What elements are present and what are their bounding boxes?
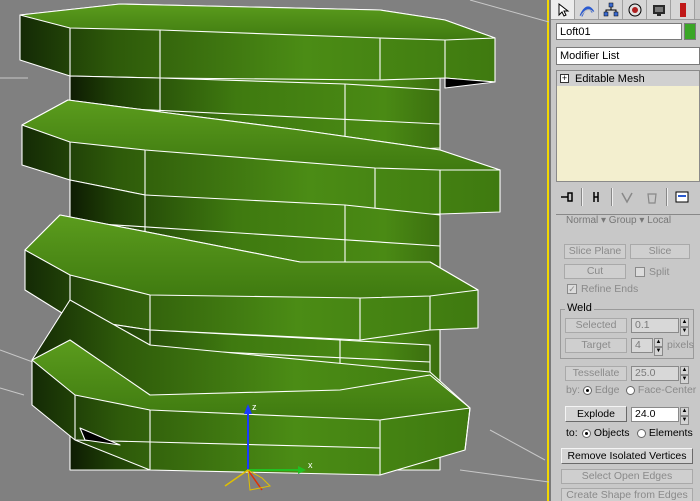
modifier-stack[interactable]: + Editable Mesh <box>556 70 700 182</box>
viewport-canvas[interactable]: z x <box>0 0 549 501</box>
radio-dot[interactable] <box>582 428 591 438</box>
stack-toolbar <box>556 186 700 208</box>
configure-sets-icon[interactable] <box>671 187 693 207</box>
perspective-viewport[interactable]: z x <box>0 0 549 501</box>
cut-button[interactable]: Cut <box>564 264 626 279</box>
weld-threshold-field[interactable]: 0.1 <box>631 318 679 333</box>
show-end-result-icon[interactable] <box>586 187 608 207</box>
target-pixels-field[interactable]: 4 <box>631 338 653 353</box>
spinner-arrows[interactable]: ▲ ▼ <box>654 338 663 356</box>
make-unique-icon[interactable] <box>616 187 638 207</box>
spinner-arrows[interactable]: ▲ ▼ <box>680 407 689 425</box>
target-pixels-spinner[interactable]: 4 ▲ ▼ <box>631 338 663 356</box>
select-arrow-icon[interactable] <box>551 0 575 19</box>
modifier-list-dropdown[interactable]: Modifier List <box>556 47 700 65</box>
pixels-label: pixels <box>667 339 694 351</box>
rollout-header: Normal ▾ Group ▾ Local <box>556 214 700 232</box>
to-label: to: <box>566 427 578 439</box>
select-open-edges-button[interactable]: Select Open Edges <box>561 469 693 484</box>
checkbox-box[interactable]: ✓ <box>567 284 577 294</box>
utilities-icon[interactable] <box>671 0 695 19</box>
stack-item-editable-mesh[interactable]: + Editable Mesh <box>557 71 699 86</box>
remove-isolated-vertices-button[interactable]: Remove Isolated Vertices <box>561 448 693 464</box>
slice-button[interactable]: Slice <box>630 244 690 259</box>
expand-icon[interactable]: + <box>560 74 569 83</box>
object-color-swatch[interactable] <box>684 23 696 40</box>
hierarchy-icon[interactable] <box>599 0 623 19</box>
spinner-arrows[interactable]: ▲ ▼ <box>680 318 689 336</box>
objects-radio[interactable]: Objects <box>582 427 630 439</box>
radio-dot[interactable] <box>626 385 635 395</box>
remove-modifier-icon[interactable] <box>641 187 663 207</box>
toolbar-divider <box>611 188 613 206</box>
command-panel: Loft01 Modifier List + Editable Mesh Nor… <box>551 0 700 501</box>
weld-group-title: Weld <box>565 302 594 314</box>
z-axis-label: z <box>252 402 257 412</box>
explode-angle-field[interactable]: 24.0 <box>631 407 679 422</box>
create-shape-from-edges-button[interactable]: Create Shape from Edges <box>561 488 693 501</box>
weld-threshold-spinner[interactable]: 0.1 ▲ ▼ <box>631 318 689 336</box>
weld-selected-button[interactable]: Selected <box>565 318 627 333</box>
spinner-arrows[interactable]: ▲ ▼ <box>680 366 689 384</box>
explode-angle-spinner[interactable]: 24.0 ▲ ▼ <box>631 407 689 425</box>
tessellate-tension-field[interactable]: 25.0 <box>631 366 679 381</box>
pin-stack-icon[interactable] <box>556 187 578 207</box>
display-icon[interactable] <box>647 0 671 19</box>
weld-target-button[interactable]: Target <box>565 338 627 353</box>
face-center-radio[interactable]: Face-Center <box>626 384 696 396</box>
object-name-row: Loft01 <box>556 23 696 41</box>
tessellate-tension-spinner[interactable]: 25.0 ▲ ▼ <box>631 366 689 384</box>
x-axis-label: x <box>308 460 313 470</box>
slice-plane-button[interactable]: Slice Plane <box>564 244 626 259</box>
face-center-label: Face-Center <box>637 384 697 396</box>
panel-tabs <box>551 0 700 20</box>
create-icon[interactable] <box>575 0 599 19</box>
edge-label: Edge <box>594 384 620 396</box>
elements-label: Elements <box>648 427 693 439</box>
objects-label: Objects <box>593 427 630 439</box>
motion-icon[interactable] <box>623 0 647 19</box>
stack-item-label: Editable Mesh <box>575 72 645 85</box>
refine-ends-label: Refine Ends <box>581 283 639 295</box>
edge-radio[interactable]: Edge <box>583 384 619 396</box>
loft-mesh[interactable] <box>19 3 501 476</box>
split-label: Split <box>649 266 670 278</box>
by-label: by: <box>566 384 581 396</box>
explode-button[interactable]: Explode <box>565 406 627 422</box>
tessellate-button[interactable]: Tessellate <box>565 366 627 381</box>
checkbox-box[interactable] <box>635 267 645 277</box>
toolbar-divider <box>581 188 583 206</box>
refine-ends-checkbox[interactable]: ✓ Refine Ends <box>567 283 638 295</box>
radio-dot[interactable] <box>583 385 592 395</box>
elements-radio[interactable]: Elements <box>637 427 693 439</box>
toolbar-divider <box>666 188 668 206</box>
object-name-field[interactable]: Loft01 <box>556 23 683 40</box>
radio-dot[interactable] <box>637 428 646 438</box>
split-checkbox[interactable]: Split <box>635 266 669 278</box>
